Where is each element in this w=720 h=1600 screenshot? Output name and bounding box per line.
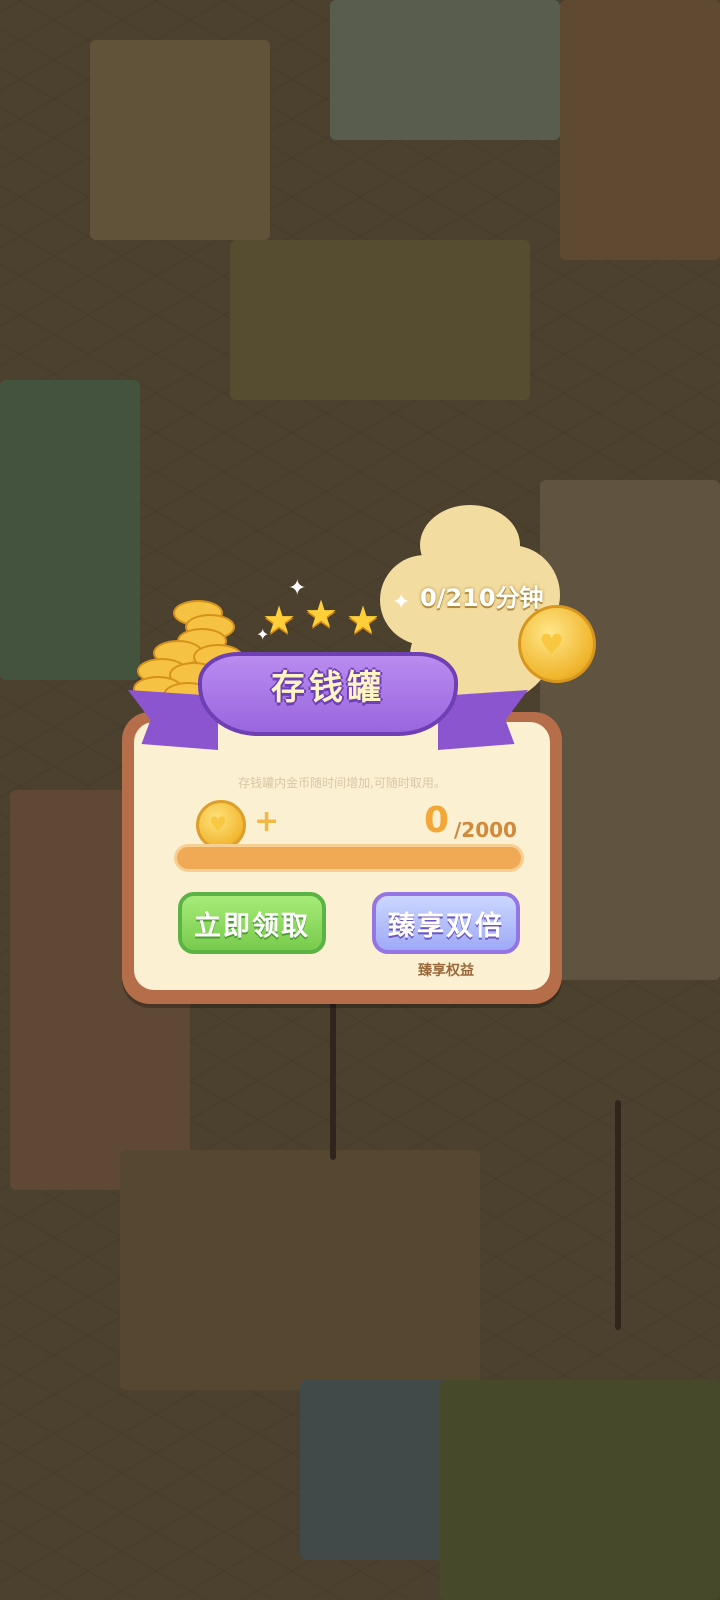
claim-now-button[interactable]: 立即领取 — [178, 892, 326, 954]
coin-count: 0 — [423, 800, 449, 841]
perk-label: 臻享权益 — [418, 963, 474, 979]
title-ribbon: 存钱罐 — [128, 630, 528, 760]
coin-limit: /2000 — [454, 818, 517, 842]
plus-sign: + — [254, 804, 280, 839]
star-icon: ★ — [346, 598, 381, 642]
sparkle-icon: ✦ — [392, 590, 411, 615]
coin-heart-icon: ♥ — [196, 800, 246, 850]
timer-text: 0/210分钟 — [420, 584, 544, 612]
coin-heart-icon: ♥ — [518, 605, 596, 683]
sparkle-icon: ✦ — [288, 576, 307, 601]
sparkle-icon: ✦ — [256, 625, 270, 644]
dialog-title: 存钱罐 — [271, 668, 385, 708]
enjoy-double-button[interactable]: 臻享双倍 — [372, 892, 520, 954]
rating-stars: ★ ★ ★ — [262, 592, 402, 642]
dialog-body: 存钱罐内金币随时间增加,可随时取用。 ♥ + 0 /2000 立即领取 臻享双倍… — [134, 722, 550, 990]
star-icon: ★ — [304, 592, 339, 636]
coin-progress-bar — [174, 844, 524, 872]
piggy-bank-description: 存钱罐内金币随时间增加,可随时取用。 — [238, 776, 446, 790]
